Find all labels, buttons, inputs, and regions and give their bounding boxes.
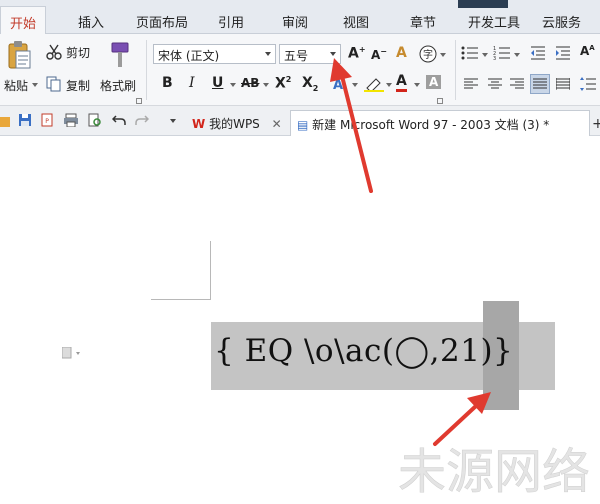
watermark-logo: 未源网络 <box>398 444 591 501</box>
arrow-to-font-size <box>330 58 373 193</box>
watermark-text: 未源网络 <box>398 444 590 500</box>
